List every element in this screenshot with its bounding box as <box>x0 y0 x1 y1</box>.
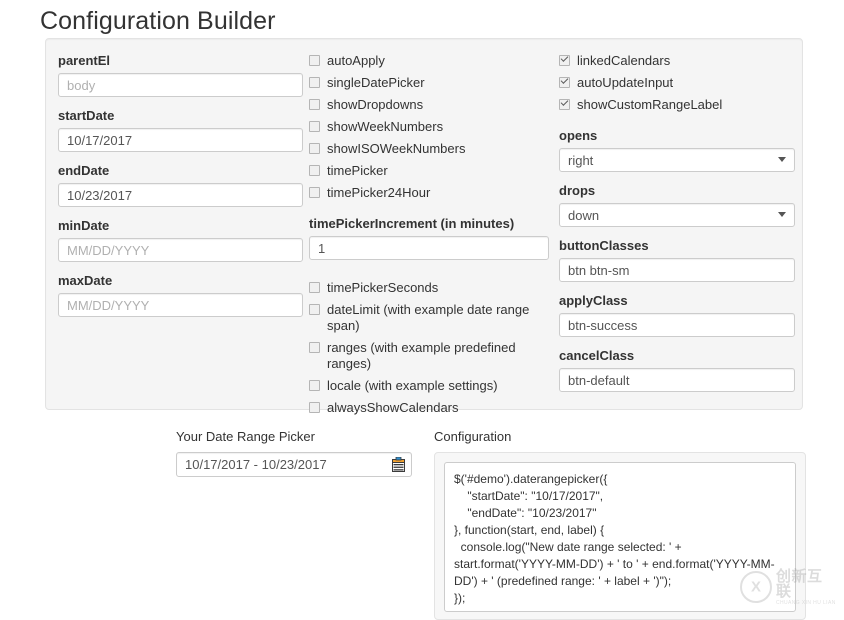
label-parentEl: parentEl <box>58 53 303 69</box>
page-title: Configuration Builder <box>0 0 844 38</box>
configuration-builder-panel: parentEl startDate endDate minDate maxDa… <box>45 38 803 410</box>
checkbox-label: timePickerSeconds <box>327 280 438 295</box>
checkbox-showCustomRangeLabel[interactable]: showCustomRangeLabel <box>559 97 795 113</box>
select-wrap-opens <box>559 148 795 172</box>
date-range-picker-block: Your Date Range Picker <box>176 428 412 477</box>
checkbox-timePicker[interactable]: timePicker <box>309 163 549 179</box>
label-minDate: minDate <box>58 218 303 234</box>
checkbox-label: autoUpdateInput <box>577 75 673 90</box>
checkbox-label: autoApply <box>327 53 385 68</box>
checkbox-box-icon <box>309 380 320 391</box>
field-group-maxDate: maxDate <box>58 273 303 317</box>
select-drops[interactable] <box>559 203 795 227</box>
input-startDate[interactable] <box>58 128 303 152</box>
input-applyClass[interactable] <box>559 313 795 337</box>
checkbox-box-icon <box>309 99 320 110</box>
checkbox-label: timePicker24Hour <box>327 185 430 200</box>
label-buttonClasses: buttonClasses <box>559 238 795 254</box>
checkbox-singleDatePicker[interactable]: singleDatePicker <box>309 75 549 91</box>
middle-options-column: autoApply singleDatePicker showDropdowns… <box>309 53 549 422</box>
checkbox-alwaysShowCalendars[interactable]: alwaysShowCalendars <box>309 400 549 416</box>
checkbox-box-icon <box>309 121 320 132</box>
label-startDate: startDate <box>58 108 303 124</box>
input-parentEl[interactable] <box>58 73 303 97</box>
checkbox-showISOWeekNumbers[interactable]: showISOWeekNumbers <box>309 141 549 157</box>
checkbox-checked-icon <box>559 77 570 88</box>
checkbox-label: dateLimit (with example date range span) <box>327 302 529 333</box>
checkbox-label: showWeekNumbers <box>327 119 443 134</box>
right-options-column: linkedCalendars autoUpdateInput showCust… <box>559 53 795 403</box>
watermark-pinyin: CHUANG XIN HU LIAN <box>776 601 836 606</box>
spacer <box>559 119 795 128</box>
checkbox-timePickerSeconds[interactable]: timePickerSeconds <box>309 280 549 296</box>
checkbox-locale[interactable]: locale (with example settings) <box>309 378 549 394</box>
checkbox-box-icon <box>309 402 320 413</box>
checkbox-label: singleDatePicker <box>327 75 425 90</box>
field-group-minDate: minDate <box>58 218 303 262</box>
input-maxDate[interactable] <box>58 293 303 317</box>
watermark-logo-icon <box>740 571 772 603</box>
select-opens[interactable] <box>559 148 795 172</box>
input-minDate[interactable] <box>58 238 303 262</box>
label-applyClass: applyClass <box>559 293 795 309</box>
checkbox-box-icon <box>309 304 320 315</box>
checkbox-box-icon <box>309 282 320 293</box>
checkbox-label: ranges (with example predefined ranges) <box>327 340 516 371</box>
checkbox-checked-icon <box>559 99 570 110</box>
field-group-parentEl: parentEl <box>58 53 303 97</box>
input-buttonClasses[interactable] <box>559 258 795 282</box>
watermark-cn: 创新互联 <box>776 569 836 599</box>
checkbox-label: showCustomRangeLabel <box>577 97 722 112</box>
watermark: 创新互联 CHUANG XIN HU LIAN <box>740 570 836 604</box>
input-cancelClass[interactable] <box>559 368 795 392</box>
checkbox-label: timePicker <box>327 163 388 178</box>
checkbox-label: alwaysShowCalendars <box>327 400 459 415</box>
left-options-column: parentEl startDate endDate minDate maxDa… <box>58 53 303 328</box>
field-group-endDate: endDate <box>58 163 303 207</box>
label-drops: drops <box>559 183 795 199</box>
date-range-picker-input[interactable] <box>176 452 412 477</box>
label-opens: opens <box>559 128 795 144</box>
field-group-startDate: startDate <box>58 108 303 152</box>
checkbox-autoApply[interactable]: autoApply <box>309 53 549 69</box>
field-group-drops: drops <box>559 183 795 227</box>
field-group-applyClass: applyClass <box>559 293 795 337</box>
spacer <box>309 271 549 280</box>
checkbox-label: showDropdowns <box>327 97 423 112</box>
field-group-timePickerIncrement: timePickerIncrement (in minutes) <box>309 216 549 260</box>
spacer <box>309 207 549 216</box>
label-endDate: endDate <box>58 163 303 179</box>
checkbox-showDropdowns[interactable]: showDropdowns <box>309 97 549 113</box>
configuration-label: Configuration <box>434 428 806 446</box>
checkbox-box-icon <box>309 143 320 154</box>
checkbox-box-icon <box>309 342 320 353</box>
checkbox-showWeekNumbers[interactable]: showWeekNumbers <box>309 119 549 135</box>
field-group-buttonClasses: buttonClasses <box>559 238 795 282</box>
checkbox-label: linkedCalendars <box>577 53 670 68</box>
date-range-picker-label: Your Date Range Picker <box>176 428 412 446</box>
label-timePickerIncrement: timePickerIncrement (in minutes) <box>309 216 549 232</box>
input-endDate[interactable] <box>58 183 303 207</box>
checkbox-box-icon <box>309 165 320 176</box>
field-group-opens: opens <box>559 128 795 172</box>
checkbox-label: showISOWeekNumbers <box>327 141 465 156</box>
label-cancelClass: cancelClass <box>559 348 795 364</box>
input-timePickerIncrement[interactable] <box>309 236 549 260</box>
date-range-picker-input-group <box>176 452 412 477</box>
checkbox-box-icon <box>309 77 320 88</box>
checkbox-timePicker24Hour[interactable]: timePicker24Hour <box>309 185 549 201</box>
select-wrap-drops <box>559 203 795 227</box>
checkbox-ranges[interactable]: ranges (with example predefined ranges) <box>309 340 549 372</box>
label-maxDate: maxDate <box>58 273 303 289</box>
checkbox-checked-icon <box>559 55 570 66</box>
checkbox-linkedCalendars[interactable]: linkedCalendars <box>559 53 795 69</box>
field-group-cancelClass: cancelClass <box>559 348 795 392</box>
checkbox-box-icon <box>309 187 320 198</box>
checkbox-dateLimit[interactable]: dateLimit (with example date range span) <box>309 302 549 334</box>
checkbox-box-icon <box>309 55 320 66</box>
calendar-icon[interactable] <box>392 457 405 472</box>
checkbox-label: locale (with example settings) <box>327 378 498 393</box>
watermark-text: 创新互联 CHUANG XIN HU LIAN <box>776 569 836 606</box>
checkbox-autoUpdateInput[interactable]: autoUpdateInput <box>559 75 795 91</box>
